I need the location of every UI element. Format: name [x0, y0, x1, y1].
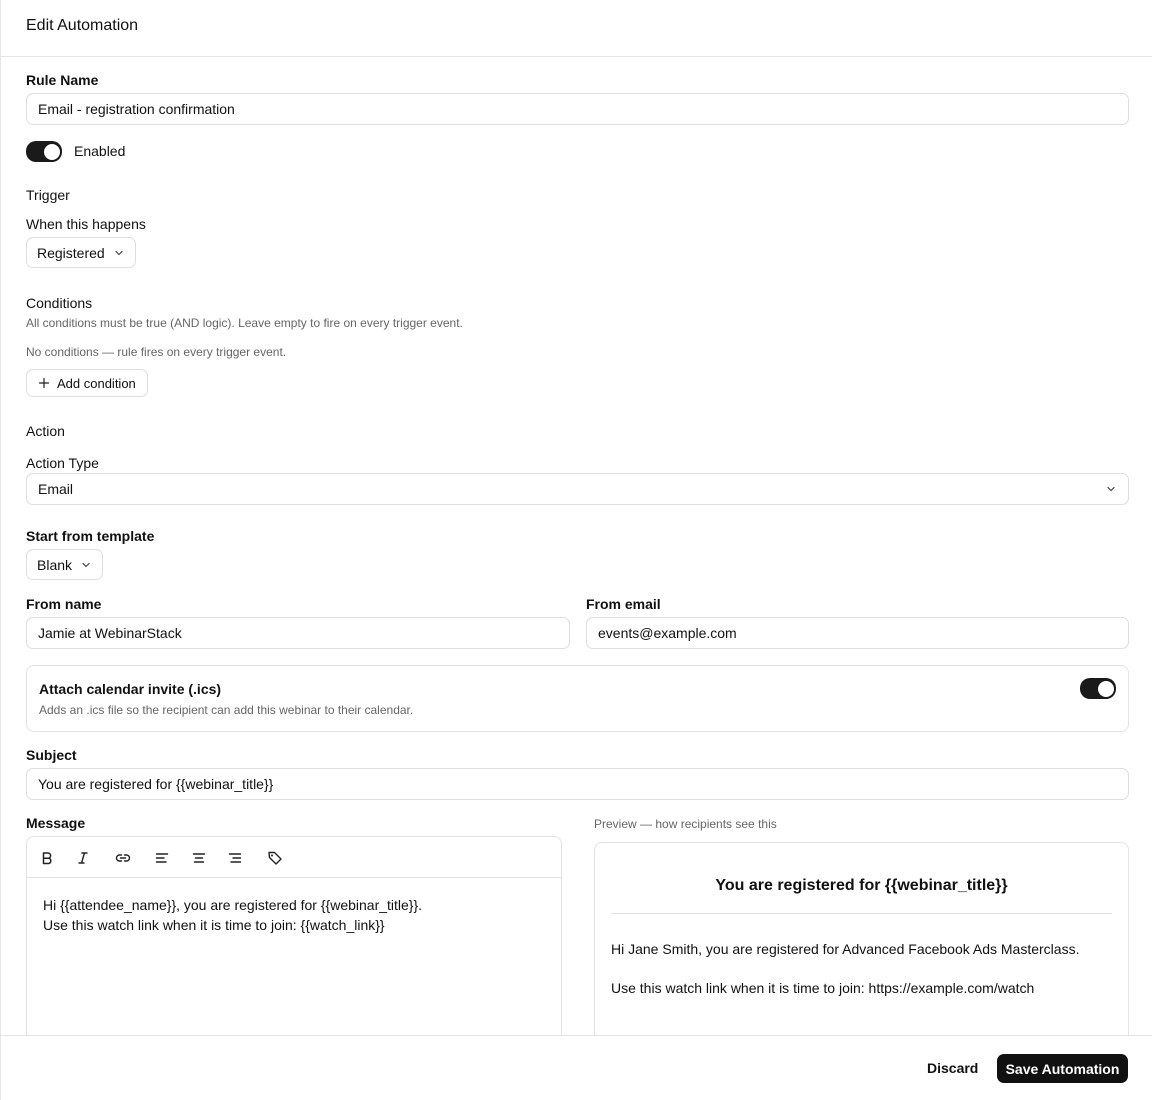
chevron-down-icon	[82, 562, 90, 567]
preview-divider	[611, 913, 1112, 914]
toggle-knob	[1098, 680, 1114, 697]
add-condition-button[interactable]: Add condition	[26, 369, 148, 397]
bold-icon[interactable]	[38, 849, 56, 867]
action-type-select[interactable]: Email	[26, 473, 1129, 505]
message-line: Use this watch link when it is time to j…	[43, 917, 385, 933]
align-right-icon[interactable]	[226, 849, 244, 867]
conditions-section-title: Conditions	[26, 295, 93, 311]
chevron-down-icon	[1107, 486, 1115, 492]
link-icon[interactable]	[114, 849, 132, 867]
subject-value: You are registered for {{webinar_title}}	[38, 776, 274, 792]
calendar-invite-toggle[interactable]	[1080, 678, 1116, 699]
calendar-invite-desc: Adds an .ics file so the recipient can a…	[39, 703, 414, 717]
plus-icon	[38, 377, 50, 389]
editor-toolbar	[27, 837, 561, 878]
align-center-icon[interactable]	[190, 849, 208, 867]
add-condition-label: Add condition	[57, 375, 136, 391]
template-label: Start from template	[26, 528, 155, 544]
trigger-select-value: Registered	[37, 244, 105, 261]
template-select-value: Blank	[37, 556, 73, 573]
template-select[interactable]: Blank	[26, 549, 104, 580]
message-editor[interactable]: Hi {{attendee_name}}, you are registered…	[26, 836, 562, 1046]
from-name-input[interactable]: Jamie at WebinarStack	[26, 617, 570, 649]
rule-name-input[interactable]: Email - registration confirmation	[26, 93, 1129, 125]
enabled-toggle[interactable]	[26, 141, 62, 162]
tag-icon[interactable]	[266, 849, 284, 867]
save-automation-button[interactable]: Save Automation	[997, 1054, 1128, 1083]
calendar-invite-title: Attach calendar invite (.ics)	[39, 681, 222, 697]
action-type-label: Action Type	[26, 455, 99, 471]
panel-footer: Discard Save Automation	[1, 1035, 1152, 1100]
edit-automation-panel: Edit Automation Rule Name Email - regist…	[0, 0, 1152, 1100]
toggle-knob	[44, 143, 60, 160]
email-preview: You are registered for {{webinar_title}}…	[594, 842, 1129, 1052]
subject-label: Subject	[26, 747, 77, 763]
conditions-help: All conditions must be true (AND logic).…	[26, 316, 463, 330]
preview-label: Preview — how recipients see this	[594, 817, 777, 831]
message-body[interactable]: Hi {{attendee_name}}, you are registered…	[43, 895, 422, 935]
conditions-empty-text: No conditions — rule fires on every trig…	[26, 345, 287, 359]
message-label: Message	[26, 815, 86, 831]
discard-button[interactable]: Discard	[911, 1053, 994, 1083]
from-email-value: events@example.com	[598, 625, 737, 641]
trigger-select[interactable]: Registered	[26, 237, 136, 268]
rule-name-value: Email - registration confirmation	[38, 101, 235, 117]
from-email-label: From email	[586, 596, 661, 612]
chevron-down-icon	[115, 250, 123, 255]
preview-line: Hi Jane Smith, you are registered for Ad…	[611, 941, 1080, 957]
preview-line: Use this watch link when it is time to j…	[611, 980, 1035, 996]
italic-icon[interactable]	[74, 849, 92, 867]
enabled-label: Enabled	[74, 143, 126, 159]
from-email-input[interactable]: events@example.com	[586, 617, 1129, 649]
subject-input[interactable]: You are registered for {{webinar_title}}	[26, 768, 1129, 800]
page-title: Edit Automation	[26, 17, 139, 34]
align-left-icon[interactable]	[153, 849, 171, 867]
message-line: Hi {{attendee_name}}, you are registered…	[43, 897, 423, 913]
calendar-invite-card: Attach calendar invite (.ics) Adds an .i…	[26, 665, 1129, 732]
panel-header: Edit Automation	[1, 0, 1152, 57]
preview-subject: You are registered for {{webinar_title}}	[715, 877, 1008, 894]
from-name-label: From name	[26, 596, 102, 612]
trigger-label: When this happens	[26, 216, 146, 232]
from-name-value: Jamie at WebinarStack	[38, 625, 182, 641]
action-section-title: Action	[26, 423, 65, 439]
action-type-value: Email	[38, 481, 74, 497]
rule-name-label: Rule Name	[26, 72, 99, 88]
trigger-section-title: Trigger	[26, 187, 70, 203]
